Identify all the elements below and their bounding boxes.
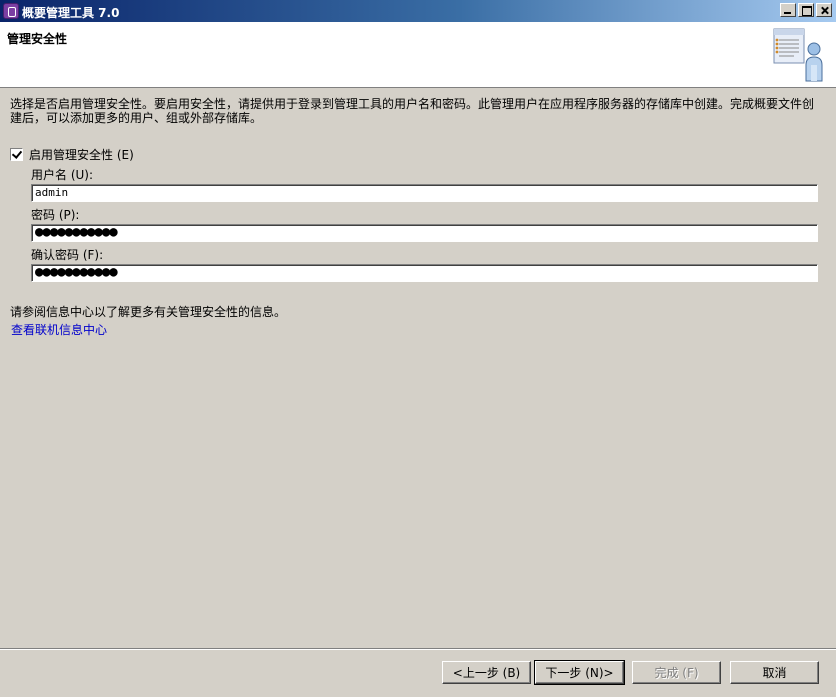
- window-title: 概要管理工具 7.0: [22, 6, 120, 20]
- checkbox-checked-icon[interactable]: [10, 148, 23, 161]
- online-info-center-link[interactable]: 查看联机信息中心: [11, 321, 107, 338]
- username-field[interactable]: admin: [31, 184, 818, 202]
- window-controls: [780, 3, 832, 17]
- password-field[interactable]: ●●●●●●●●●●●: [31, 224, 818, 242]
- enable-security-label: 启用管理安全性 (E): [29, 148, 134, 162]
- wizard-banner-icon: [773, 28, 823, 82]
- app-icon: [3, 3, 19, 19]
- enable-security-row[interactable]: 启用管理安全性 (E): [10, 146, 134, 163]
- wizard-header: 管理安全性: [0, 22, 836, 88]
- username-label: 用户名 (U):: [31, 168, 94, 182]
- minimize-icon[interactable]: [780, 3, 796, 17]
- cancel-button[interactable]: 取消: [730, 661, 819, 684]
- description-text: 选择是否启用管理安全性。要启用安全性，请提供用于登录到管理工具的用户名和密码。此…: [10, 97, 815, 125]
- confirm-password-field[interactable]: ●●●●●●●●●●●: [31, 264, 818, 282]
- page-title: 管理安全性: [7, 32, 68, 46]
- password-label: 密码 (P):: [31, 208, 80, 222]
- confirm-password-label: 确认密码 (F):: [31, 248, 104, 262]
- title-bar[interactable]: 概要管理工具 7.0: [0, 0, 836, 22]
- info-text: 请参阅信息中心以了解更多有关管理安全性的信息。: [10, 305, 287, 319]
- maximize-icon[interactable]: [798, 3, 814, 17]
- footer-separator: [0, 648, 836, 650]
- close-icon[interactable]: [816, 3, 832, 17]
- finish-button[interactable]: 完成 (F): [632, 661, 721, 684]
- next-button[interactable]: 下一步 (N)>: [534, 660, 625, 685]
- back-button[interactable]: <上一步 (B): [442, 661, 531, 684]
